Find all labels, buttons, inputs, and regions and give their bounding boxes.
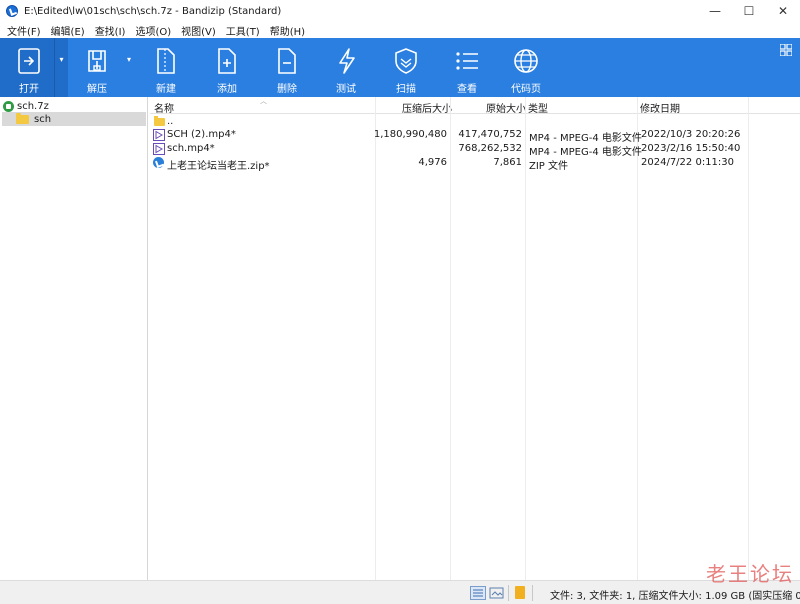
list-item[interactable]: sch.mp4* 768,262,532 MP4 - MPEG-4 电影文件 2… (150, 142, 800, 158)
menu-find[interactable]: 查找(I) (90, 23, 131, 38)
thumbnail-view-icon[interactable] (489, 586, 505, 600)
status-bar: 文件: 3, 文件夹: 1, 压缩文件大小: 1.09 GB (固实压缩 0.4… (0, 580, 800, 604)
new-archive-label: 新建 (156, 84, 176, 95)
file-name: SCH (2).mp4* (167, 129, 236, 140)
test-button[interactable]: 测试 (317, 38, 375, 97)
original-size: 7,861 (493, 157, 522, 168)
tree-item-archive-label: sch.7z (17, 100, 49, 112)
modified-date: 2022/10/3 20:20:26 (641, 129, 741, 140)
menu-help[interactable]: 帮助(H) (265, 23, 310, 38)
close-button[interactable]: ✕ (766, 0, 800, 22)
menu-view[interactable]: 视图(V) (176, 23, 221, 38)
extract-icon (82, 46, 112, 76)
tree-item-archive[interactable]: sch.7z (3, 99, 49, 113)
open-button[interactable]: 打开 (0, 38, 58, 97)
tree-item-sch-folder[interactable]: sch (2, 112, 146, 126)
delete-button[interactable]: 删除 (258, 38, 316, 97)
file-name: 上老王论坛当老王.zip* (167, 161, 270, 172)
folder-icon (16, 112, 29, 124)
list-header: 名称 ︿ 压缩后大小 原始大小 类型 修改日期 (150, 97, 800, 115)
archive-7z-icon (3, 100, 14, 112)
tree-item-sch-label: sch (34, 113, 52, 125)
list-item[interactable]: 上老王论坛当老王.zip* 4,976 7,861 ZIP 文件 2024/7/… (150, 156, 800, 172)
add-icon (212, 46, 242, 76)
delete-icon (272, 46, 302, 76)
list-item-parent-folder[interactable]: .. (150, 115, 800, 129)
maximize-button[interactable]: ☐ (732, 0, 766, 22)
extract-label: 解压 (87, 84, 107, 95)
title-bar: E:\Edited\lw\01sch\sch\sch.7z - Bandizip… (0, 0, 800, 22)
modified-date: 2023/2/16 15:50:40 (641, 143, 741, 154)
file-type: ZIP 文件 (529, 161, 569, 172)
codepage-label: 代码页 (511, 84, 541, 95)
watermark-text: 老王论坛 (706, 562, 794, 586)
view-button[interactable]: 查看 (438, 38, 496, 97)
scan-button[interactable]: 扫描 (377, 38, 435, 97)
column-original-size[interactable]: 原始大小 (486, 100, 526, 115)
window-title: E:\Edited\lw\01sch\sch\sch.7z - Bandizip… (24, 5, 282, 17)
open-icon (14, 46, 44, 76)
view-list-icon (452, 46, 482, 76)
menu-file[interactable]: 文件(F) (2, 23, 46, 38)
menu-tools[interactable]: 工具(T) (221, 23, 265, 38)
file-list: 名称 ︿ 压缩后大小 原始大小 类型 修改日期 .. SCH (2).mp4* … (150, 97, 800, 580)
packed-size: 4,976 (418, 157, 447, 168)
bandizip-app-icon (6, 5, 18, 17)
book-icon[interactable] (515, 586, 525, 599)
view-label: 查看 (457, 84, 477, 95)
scan-shield-icon (391, 46, 421, 76)
open-dropdown-arrow[interactable]: ▾ (54, 38, 68, 97)
column-name[interactable]: 名称 (154, 100, 174, 115)
add-button[interactable]: 添加 (198, 38, 256, 97)
column-modified-date[interactable]: 修改日期 (640, 100, 680, 115)
toolbar: 打开 ▾ 解压 ▾ 新建 添加 删除 测试 扫描 查看 代码页 (0, 38, 800, 97)
folder-tree: sch.7z sch (0, 97, 148, 580)
file-name: .. (167, 116, 174, 127)
extract-button[interactable]: 解压 (68, 38, 126, 97)
file-name: sch.mp4* (167, 143, 215, 154)
menu-bar: 文件(F) 编辑(E) 查找(I) 选项(O) 视图(V) 工具(T) 帮助(H… (0, 22, 800, 38)
layout-grid-icon[interactable] (779, 43, 793, 57)
video-file-icon (153, 129, 165, 141)
details-view-icon[interactable] (470, 586, 486, 600)
status-divider (508, 585, 509, 601)
extract-dropdown-arrow[interactable]: ▾ (122, 38, 136, 97)
zip-file-icon (153, 157, 164, 168)
video-file-icon (153, 143, 165, 155)
codepage-button[interactable]: 代码页 (497, 38, 555, 97)
test-label: 测试 (336, 84, 356, 95)
column-packed-size[interactable]: 压缩后大小 (402, 100, 452, 115)
folder-icon (154, 116, 165, 126)
scan-label: 扫描 (396, 84, 416, 95)
status-text: 文件: 3, 文件夹: 1, 压缩文件大小: 1.09 GB (固实压缩 0.4… (550, 591, 800, 602)
menu-options[interactable]: 选项(O) (130, 23, 176, 38)
list-item[interactable]: SCH (2).mp4* 1,180,990,480 417,470,752 M… (150, 128, 800, 144)
status-divider (532, 585, 533, 601)
packed-size: 1,180,990,480 (373, 129, 447, 140)
delete-label: 删除 (277, 84, 297, 95)
menu-edit[interactable]: 编辑(E) (46, 23, 90, 38)
add-label: 添加 (217, 84, 237, 95)
sort-ascending-icon: ︿ (260, 97, 267, 105)
open-label: 打开 (19, 84, 39, 95)
new-archive-icon (151, 46, 181, 76)
test-icon (331, 46, 361, 76)
original-size: 417,470,752 (458, 129, 522, 140)
original-size: 768,262,532 (458, 143, 522, 154)
window-controls: — ☐ ✕ (698, 0, 800, 22)
globe-icon (511, 46, 541, 76)
new-archive-button[interactable]: 新建 (137, 38, 195, 97)
minimize-button[interactable]: — (698, 0, 732, 22)
column-type[interactable]: 类型 (528, 100, 548, 115)
modified-date: 2024/7/22 0:11:30 (641, 157, 735, 168)
